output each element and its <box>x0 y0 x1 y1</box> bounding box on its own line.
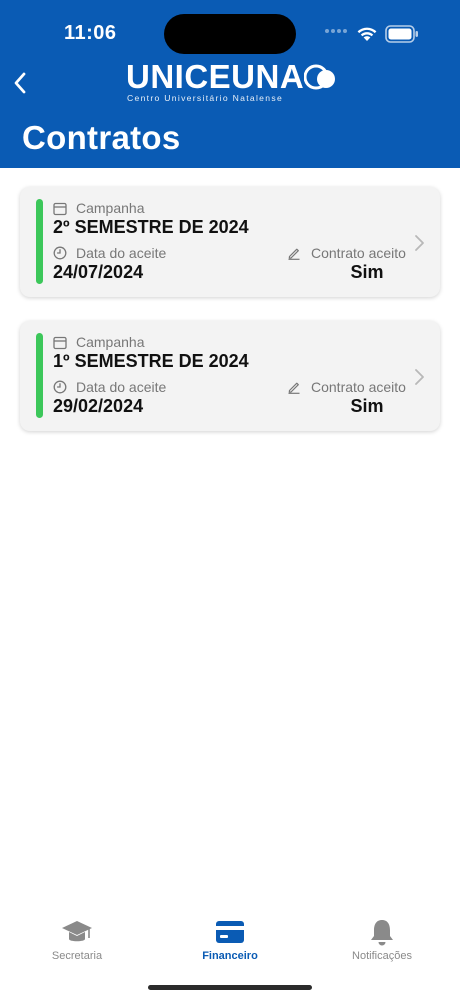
signal-dots-icon <box>325 29 349 35</box>
back-chevron-icon[interactable] <box>8 68 34 98</box>
bell-icon <box>371 920 393 946</box>
tab-secretaria[interactable]: Secretaria <box>7 912 147 968</box>
pencil-icon <box>288 248 300 260</box>
contract-accepted-label: Contrato aceito <box>311 379 406 395</box>
status-stripe <box>36 333 43 418</box>
acceptance-date-label: Data do aceite <box>76 245 167 261</box>
status-time: 11:06 <box>64 22 117 44</box>
pencil-icon <box>288 382 300 394</box>
status-bar: 11:06 <box>0 0 460 60</box>
bottom-tab-bar: Secretaria Financeiro Notificações <box>0 912 460 972</box>
chevron-right-icon <box>415 235 424 251</box>
acceptance-date-value: 24/07/2024 <box>53 262 144 282</box>
wifi-icon <box>357 27 377 41</box>
logo-subtitle: Centro Universitário Natalense <box>127 93 284 103</box>
logo-wordmark: UNICEUNA <box>126 58 305 95</box>
page-title: Contratos <box>22 119 181 156</box>
home-indicator <box>148 985 312 990</box>
status-stripe <box>36 199 43 284</box>
tab-label: Notificações <box>352 950 412 962</box>
acceptance-date-label: Data do aceite <box>76 379 167 395</box>
credit-card-icon <box>216 921 244 943</box>
acceptance-date-value: 29/02/2024 <box>53 396 144 416</box>
calendar-icon <box>53 202 67 216</box>
tab-label: Secretaria <box>51 950 103 962</box>
campaign-label: Campanha <box>76 200 145 216</box>
logo-circles-icon <box>304 64 335 90</box>
tab-notificacoes[interactable]: Notificações <box>312 912 452 968</box>
campaign-value: 1º SEMESTRE DE 2024 <box>53 351 249 371</box>
contract-accepted-label: Contrato aceito <box>311 245 406 261</box>
contract-accepted-value: Sim <box>350 396 384 416</box>
graduation-cap-icon <box>62 921 92 942</box>
campaign-label: Campanha <box>76 334 145 350</box>
contract-card[interactable]: Campanha 2º SEMESTRE DE 2024 Data do ace… <box>20 187 440 297</box>
uniceuna-logo: UNICEUNA Centro Universitário Natalense <box>126 60 338 104</box>
app-header: 11:06 UNICEUNA Centro Universitário Nata… <box>0 0 460 168</box>
clock-icon <box>53 246 67 260</box>
calendar-icon <box>53 336 67 350</box>
clock-icon <box>53 380 67 394</box>
dynamic-island <box>164 14 296 54</box>
campaign-value: 2º SEMESTRE DE 2024 <box>53 217 249 237</box>
contract-accepted-value: Sim <box>350 262 384 282</box>
battery-icon <box>385 25 418 43</box>
tab-label: Financeiro <box>202 950 258 962</box>
tab-financeiro[interactable]: Financeiro <box>160 912 300 968</box>
contract-card[interactable]: Campanha 1º SEMESTRE DE 2024 Data do ace… <box>20 321 440 431</box>
chevron-right-icon <box>415 369 424 385</box>
